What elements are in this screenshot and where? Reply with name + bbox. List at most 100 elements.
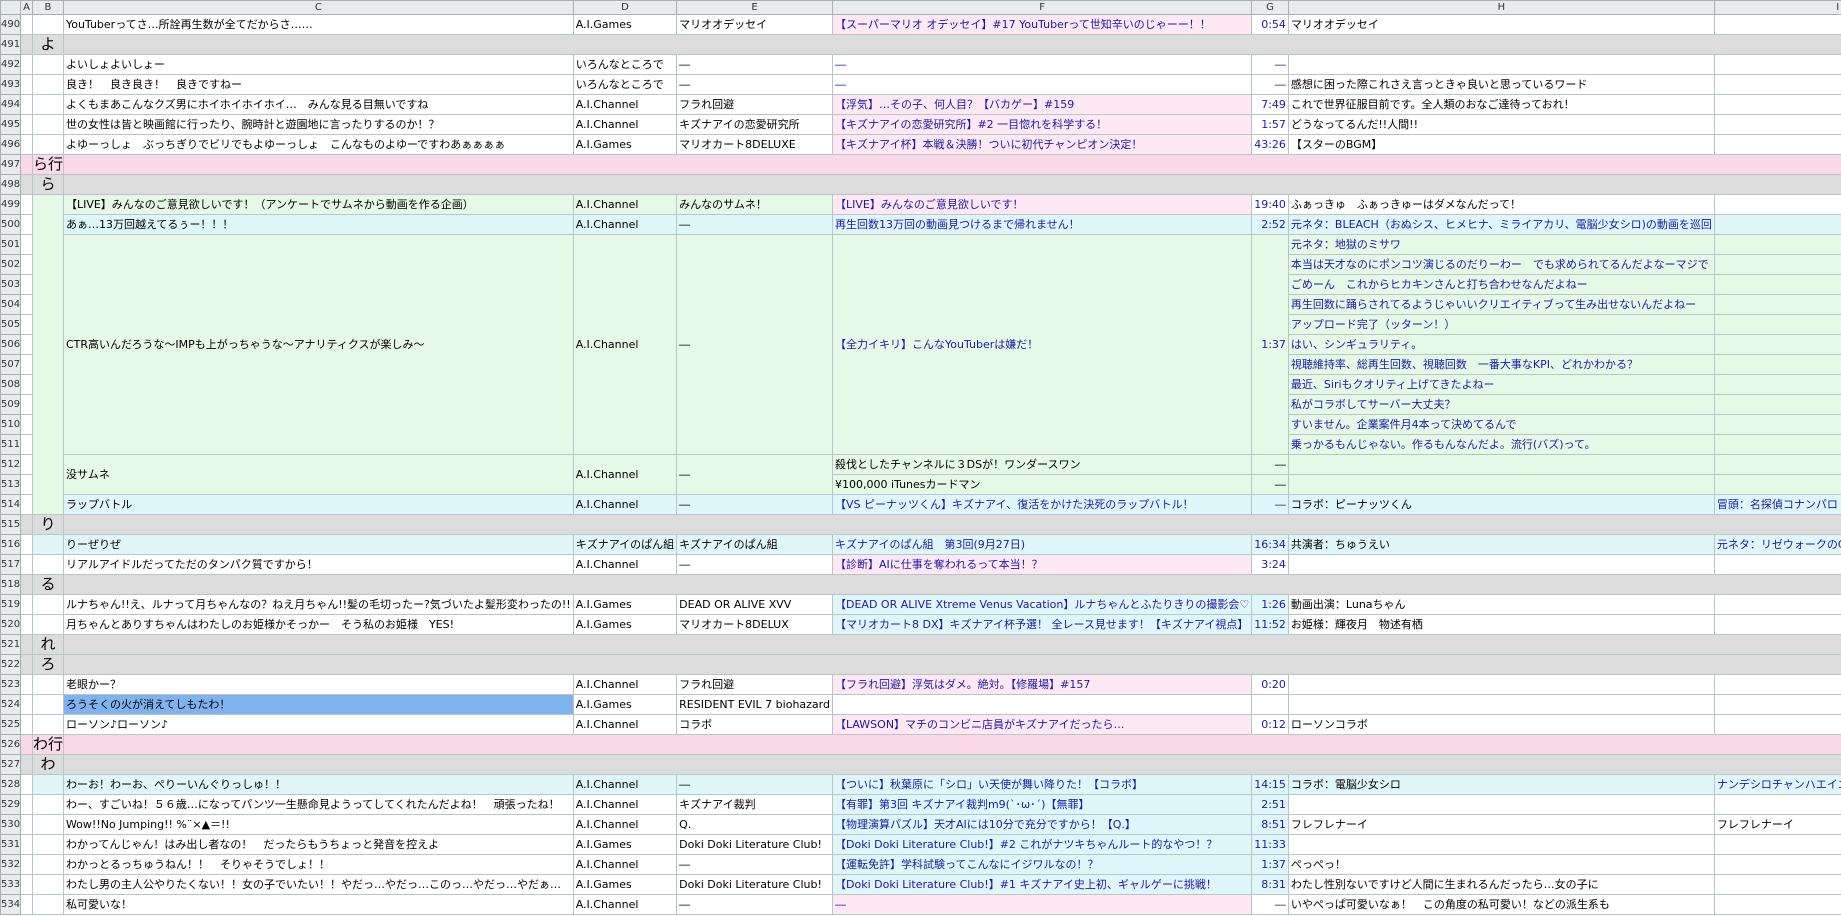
cell-e-528[interactable]: ―: [676, 774, 833, 795]
row-header-522[interactable]: 522: [0, 654, 22, 675]
row-header-493[interactable]: 493: [0, 74, 22, 95]
cell-c-516[interactable]: りーぜりぜ: [62, 534, 574, 555]
cell-e-492[interactable]: ―: [676, 54, 833, 75]
cell-a-512[interactable]: [20, 454, 33, 475]
cell-i-524[interactable]: [1713, 694, 1841, 715]
cell-f-490[interactable]: 【スーパーマリオ オデッセイ】#17 YouTuberって世知辛いのじゃーー！！: [831, 14, 1253, 35]
row-header-491[interactable]: 491: [0, 34, 22, 55]
cell-f-534[interactable]: ―: [831, 894, 1253, 915]
cell-g-529[interactable]: 2:51: [1251, 794, 1289, 815]
cell-e-499[interactable]: みんなのサムネ！: [676, 194, 833, 215]
cell-d-490[interactable]: A.I.Games: [572, 14, 678, 35]
cell-a-520[interactable]: [20, 614, 33, 635]
cell-g-514[interactable]: ―: [1251, 494, 1289, 515]
cell-d-495[interactable]: A.I.Channel: [572, 114, 678, 135]
cell-b-526[interactable]: わ行: [31, 734, 64, 755]
cell-g-528[interactable]: 14:15: [1251, 774, 1289, 795]
column-header-d[interactable]: D: [572, 0, 678, 15]
cell-d-496[interactable]: A.I.Games: [572, 134, 678, 155]
cell-b-497[interactable]: ら行: [31, 154, 64, 175]
cell-i-517[interactable]: [1713, 554, 1841, 575]
cell-g-520[interactable]: 11:52: [1251, 614, 1289, 635]
row-header-503[interactable]: 503: [0, 274, 22, 295]
cell-d-494[interactable]: A.I.Channel: [572, 94, 678, 115]
cell-h-528[interactable]: コラボ：電脳少女シロ: [1287, 774, 1715, 795]
cell-d-512[interactable]: A.I.Channel: [572, 454, 678, 495]
cell-e-524[interactable]: RESIDENT EVIL 7 biohazard: [676, 694, 833, 715]
cell-f-499[interactable]: 【LIVE】みんなのご意見欲しいです！: [831, 194, 1253, 215]
cell-b-496[interactable]: [31, 134, 64, 155]
cell-a-514[interactable]: [20, 494, 33, 515]
cell-h-532[interactable]: ぺっぺっ！: [1287, 854, 1715, 875]
row-header-494[interactable]: 494: [0, 94, 22, 115]
cell-c-531[interactable]: わかってんじゃん！はみ出し者なの！ だったらもうちょっと発音を控えよ: [62, 834, 574, 855]
cell-g-530[interactable]: 8:51: [1251, 814, 1289, 835]
cell-b-523[interactable]: [31, 674, 64, 695]
cell-a-508[interactable]: [20, 374, 33, 395]
cell-g-517[interactable]: 3:24: [1251, 554, 1289, 575]
cell-h-507[interactable]: 視聴維持率、総再生回数、視聴回数 一番大事なKPI、どれかわかる？: [1287, 354, 1715, 375]
cell-f-533[interactable]: 【Doki Doki Literature Club!】#1 キズナアイ史上初、…: [831, 874, 1253, 895]
cell-h-499[interactable]: ふぁっきゅ ふぁっきゅーはダメなんだって！: [1287, 194, 1715, 215]
column-header-i[interactable]: I: [1713, 0, 1841, 15]
cell-g-516[interactable]: 16:34: [1251, 534, 1289, 555]
cell-e-523[interactable]: フラれ回避: [676, 674, 833, 695]
cell-f-520[interactable]: 【マリオカート8 DX】キズナアイ杯予選！ 全レース見せます！【キズナアイ視点】: [831, 614, 1253, 635]
column-header-f[interactable]: F: [831, 0, 1253, 15]
row-header-515[interactable]: 515: [0, 514, 22, 535]
cell-h-512[interactable]: [1287, 454, 1715, 475]
cell-c-512[interactable]: 没サムネ: [62, 454, 574, 495]
cell-d-492[interactable]: いろんなところで: [572, 54, 678, 75]
cell-a-527[interactable]: [20, 754, 33, 775]
cell-f-496[interactable]: 【キズナアイ杯】本戦＆決勝！ついに初代チャンピオン決定！: [831, 134, 1253, 155]
row-header-519[interactable]: 519: [0, 594, 22, 615]
cell-i-509[interactable]: [1713, 394, 1841, 415]
cell-a-529[interactable]: [20, 794, 33, 815]
cell-h-495[interactable]: どうなってるんだ!!人間!!: [1287, 114, 1715, 135]
row-header-529[interactable]: 529: [0, 794, 22, 815]
cell-d-493[interactable]: いろんなところで: [572, 74, 678, 95]
cell-i-496[interactable]: [1713, 134, 1841, 155]
cell-h-509[interactable]: 私がコラボしてサーバー大丈夫？: [1287, 394, 1715, 415]
cell-d-525[interactable]: A.I.Channel: [572, 714, 678, 735]
cell-a-522[interactable]: [20, 654, 33, 675]
cell-f-500[interactable]: 再生回数13万回の動画見つけるまで帰れません！: [831, 214, 1253, 235]
cell-c-499[interactable]: 【LIVE】みんなのご意見欲しいです！（アンケートでサムネから動画を作る企画）: [62, 194, 574, 215]
cell-f-525[interactable]: 【LAWSON】マチのコンビニ店員がキズナアイだったら…: [831, 714, 1253, 735]
cell-b-525[interactable]: [31, 714, 64, 735]
cell-i-501[interactable]: [1713, 234, 1841, 255]
cell-h-520[interactable]: お姫様：輝夜月 物述有栖: [1287, 614, 1715, 635]
cell-a-500[interactable]: [20, 214, 33, 235]
column-header-b[interactable]: B: [31, 0, 64, 15]
cell-e-519[interactable]: DEAD OR ALIVE XVV: [676, 594, 833, 615]
cell-d-514[interactable]: A.I.Channel: [572, 494, 678, 515]
cell-b-532[interactable]: [31, 854, 64, 875]
cell-e-490[interactable]: マリオオデッセイ: [676, 14, 833, 35]
cell-e-532[interactable]: ―: [676, 854, 833, 875]
cell-c-530[interactable]: Wow!!No Jumping!! %¨×▲＝!!: [62, 814, 574, 835]
cell-i-530[interactable]: フレフレナーイ: [1713, 814, 1841, 835]
cell-h-492[interactable]: [1287, 54, 1715, 75]
column-header-e[interactable]: E: [676, 0, 833, 15]
cell-h-529[interactable]: [1287, 794, 1715, 815]
cell-a-519[interactable]: [20, 594, 33, 615]
row-header-504[interactable]: 504: [0, 294, 22, 315]
cell-a-525[interactable]: [20, 714, 33, 735]
cell-h-524[interactable]: [1287, 694, 1715, 715]
cell-f-506[interactable]: 【全力イキリ】こんなYouTuberは嫌だ！: [831, 234, 1253, 455]
cell-b-519[interactable]: [31, 594, 64, 615]
cell-a-530[interactable]: [20, 814, 33, 835]
cell-c-529[interactable]: わー、すごいね！５６歳…になってパンツ一生懸命見ようってしてくれたんだよね！ 頑…: [62, 794, 574, 815]
row-header-492[interactable]: 492: [0, 54, 22, 75]
cell-e-495[interactable]: キズナアイの恋愛研究所: [676, 114, 833, 135]
cell-a-524[interactable]: [20, 694, 33, 715]
cell-g-496[interactable]: 43:26: [1251, 134, 1289, 155]
cell-f-517[interactable]: 【診断】AIに仕事を奪われるって本当！？: [831, 554, 1253, 575]
column-header-a[interactable]: A: [20, 0, 33, 15]
cell-a-503[interactable]: [20, 274, 33, 295]
row-header-506[interactable]: 506: [0, 334, 22, 355]
row-header-527[interactable]: 527: [0, 754, 22, 775]
cell-i-503[interactable]: [1713, 274, 1841, 295]
cell-i-513[interactable]: [1713, 474, 1841, 495]
cell-i-499[interactable]: [1713, 194, 1841, 215]
